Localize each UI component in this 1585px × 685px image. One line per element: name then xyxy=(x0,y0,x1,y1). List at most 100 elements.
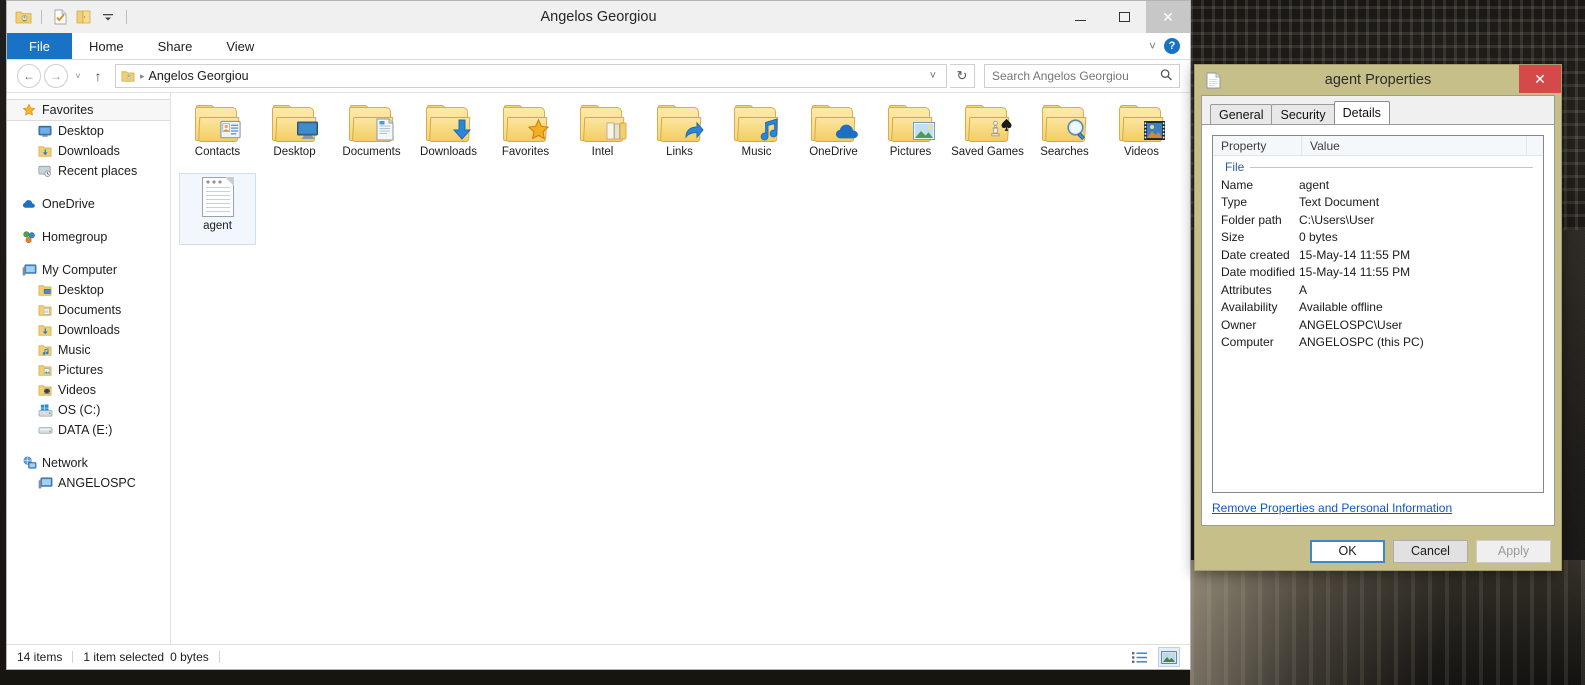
tab-share[interactable]: Share xyxy=(141,33,210,59)
nav-group-homegroup[interactable]: Homegroup xyxy=(7,227,170,247)
nav-label-computer-pictures: Pictures xyxy=(58,363,104,377)
star-icon xyxy=(21,102,37,118)
nav-group-network[interactable]: Network xyxy=(7,453,170,473)
nav-group-onedrive[interactable]: OneDrive xyxy=(7,194,170,214)
close-button[interactable]: ✕ xyxy=(1146,1,1190,33)
nav-item-computer-downloads[interactable]: Downloads xyxy=(7,320,170,340)
nav-item-favorites-desktop[interactable]: Desktop xyxy=(7,121,170,141)
nav-label-angelospc: ANGELOSPC xyxy=(58,476,136,490)
file-item-searches[interactable]: Searches xyxy=(1026,101,1103,173)
table-row[interactable]: Name agent xyxy=(1213,176,1543,194)
column-header-value[interactable]: Value xyxy=(1302,136,1527,155)
property-value: Text Document xyxy=(1299,195,1380,210)
property-key: Attributes xyxy=(1221,282,1272,297)
nav-item-favorites-downloads[interactable]: Downloads xyxy=(7,141,170,161)
path-dropdown-icon[interactable]: ˅ xyxy=(924,70,942,82)
nav-group-favorites[interactable]: Favorites xyxy=(7,99,170,121)
monitor-icon xyxy=(37,123,53,139)
help-icon[interactable]: ? xyxy=(1164,38,1180,54)
tab-details[interactable]: Details xyxy=(1333,101,1390,124)
nav-item-recent-places[interactable]: Recent places xyxy=(7,161,170,181)
expand-ribbon-icon[interactable]: ˅ xyxy=(1149,39,1156,53)
table-row[interactable]: Date modified 15-May-14 11:55 PM xyxy=(1213,264,1543,282)
table-row[interactable]: Computer ANGELOSPC (this PC) xyxy=(1213,334,1543,352)
shortcut-arrow-icon xyxy=(681,117,705,141)
folder-open-icon[interactable] xyxy=(74,7,94,27)
large-icons-view-button[interactable] xyxy=(1158,647,1180,667)
property-list[interactable]: Property Value File Name agent Type Text… xyxy=(1212,135,1544,493)
apply-button[interactable]: Apply xyxy=(1476,539,1551,563)
file-label: agent xyxy=(203,220,232,232)
folder-documents-icon xyxy=(37,302,53,318)
nav-item-computer-desktop[interactable]: Desktop xyxy=(7,280,170,300)
table-row[interactable]: Availability Available offline xyxy=(1213,299,1543,317)
back-button[interactable]: ← xyxy=(17,64,41,88)
file-list-pane[interactable]: Contacts Desktop Documents Downloads Fav… xyxy=(171,93,1190,644)
minimize-button[interactable] xyxy=(1058,1,1102,33)
column-header-filler xyxy=(1527,136,1543,155)
nav-item-drive-os-c[interactable]: OS (C:) xyxy=(7,400,170,420)
tab-home[interactable]: Home xyxy=(72,33,141,59)
table-row[interactable]: Owner ANGELOSPC\User xyxy=(1213,316,1543,334)
search-box[interactable] xyxy=(984,64,1180,88)
tab-security[interactable]: Security xyxy=(1271,104,1335,124)
cloud-icon xyxy=(21,196,37,212)
downloads-folder-icon xyxy=(37,143,53,159)
file-label: Pictures xyxy=(889,146,932,158)
nav-label-desktop: Desktop xyxy=(58,124,104,138)
file-item-desktop[interactable]: Desktop xyxy=(256,101,333,173)
dialog-close-button[interactable]: ✕ xyxy=(1519,65,1561,93)
address-path-box[interactable]: ▸ Angelos Georgiou ˅ xyxy=(115,64,947,88)
nav-item-drive-data-e[interactable]: DATA (E:) xyxy=(7,420,170,440)
tab-file[interactable]: File xyxy=(7,33,72,59)
nav-item-computer-music[interactable]: Music xyxy=(7,340,170,360)
nav-item-computer-pictures[interactable]: Pictures xyxy=(7,360,170,380)
file-item-pictures[interactable]: Pictures xyxy=(872,101,949,173)
search-input[interactable] xyxy=(990,68,1161,84)
path-current-folder[interactable]: Angelos Georgiou xyxy=(149,69,249,83)
file-item-agent[interactable]: agent xyxy=(179,173,256,245)
nav-item-computer-documents[interactable]: Documents xyxy=(7,300,170,320)
file-item-contacts[interactable]: Contacts xyxy=(179,101,256,173)
customize-dropdown-icon[interactable] xyxy=(98,7,118,27)
table-row[interactable]: Attributes A xyxy=(1213,281,1543,299)
cancel-button[interactable]: Cancel xyxy=(1393,539,1468,563)
windows-drive-icon xyxy=(37,402,53,418)
tab-general[interactable]: General xyxy=(1210,104,1273,124)
nav-item-computer-videos[interactable]: Videos xyxy=(7,380,170,400)
file-item-links[interactable]: Links xyxy=(641,101,718,173)
new-document-icon[interactable] xyxy=(50,7,70,27)
forward-button[interactable]: → xyxy=(44,64,68,88)
up-button[interactable]: ↑ xyxy=(88,68,108,84)
tab-view[interactable]: View xyxy=(209,33,271,59)
table-row[interactable]: Size 0 bytes xyxy=(1213,229,1543,247)
nav-item-angelospc[interactable]: ANGELOSPC xyxy=(7,473,170,493)
maximize-button[interactable] xyxy=(1102,1,1146,33)
nav-group-my-computer[interactable]: My Computer xyxy=(7,260,170,280)
folder-user-icon[interactable] xyxy=(13,7,33,27)
file-item-saved-games[interactable]: Saved Games xyxy=(949,101,1026,173)
table-row[interactable]: Folder path C:\Users\User xyxy=(1213,211,1543,229)
file-item-onedrive[interactable]: OneDrive xyxy=(795,101,872,173)
file-item-videos[interactable]: Videos xyxy=(1103,101,1180,173)
property-value: 0 bytes xyxy=(1299,230,1338,245)
file-item-music[interactable]: Music xyxy=(718,101,795,173)
file-item-intel[interactable]: Intel xyxy=(564,101,641,173)
recent-locations-icon[interactable]: ˅ xyxy=(71,71,85,81)
table-row[interactable]: Date created 15-May-14 11:55 PM xyxy=(1213,246,1543,264)
file-item-downloads[interactable]: Downloads xyxy=(410,101,487,173)
remove-properties-link[interactable]: Remove Properties and Personal Informati… xyxy=(1212,501,1544,515)
folder-icon-intel xyxy=(579,105,626,143)
address-bar: ← → ˅ ↑ ▸ Angelos Georgiou ˅ ↻ xyxy=(7,60,1190,92)
ok-button[interactable]: OK xyxy=(1310,539,1385,563)
column-header-property[interactable]: Property xyxy=(1213,136,1302,155)
table-row[interactable]: Type Text Document xyxy=(1213,194,1543,212)
status-separator-2 xyxy=(218,651,220,663)
details-view-button[interactable] xyxy=(1130,648,1150,666)
property-key: Availability xyxy=(1221,300,1278,315)
refresh-button[interactable]: ↻ xyxy=(950,64,975,88)
file-item-favorites[interactable]: Favorites xyxy=(487,101,564,173)
status-item-count: 14 items xyxy=(17,650,63,664)
file-item-documents[interactable]: Documents xyxy=(333,101,410,173)
file-label: Searches xyxy=(1040,146,1089,158)
